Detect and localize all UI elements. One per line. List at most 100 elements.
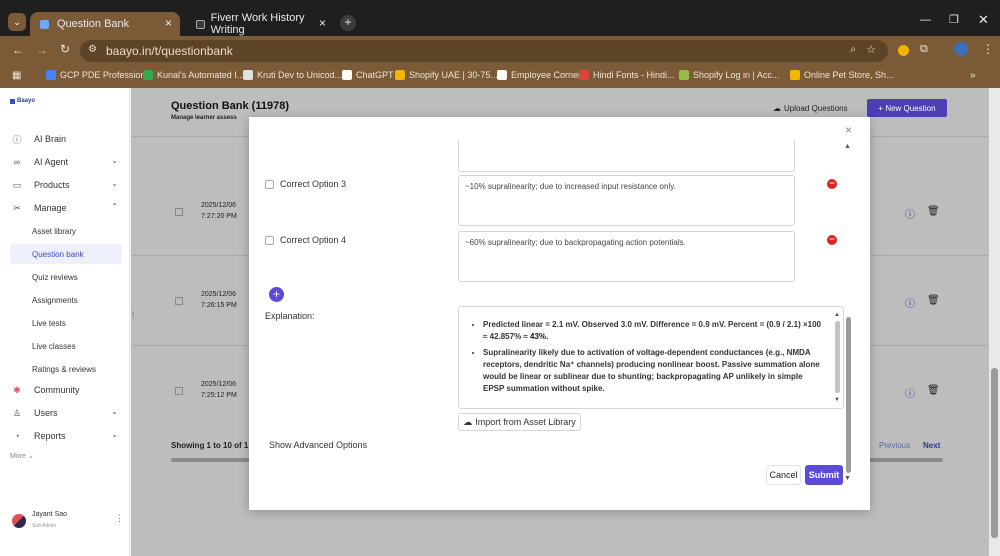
close-tab-icon[interactable]: × bbox=[319, 16, 326, 30]
bookmark-item[interactable]: Online Pet Store, Sh... bbox=[790, 70, 894, 80]
modal-scrollbar-thumb[interactable] bbox=[846, 317, 851, 473]
sidebar-item-community[interactable]: ✱ Community bbox=[10, 380, 122, 400]
bookmark-item[interactable]: Kruti Dev to Unicod... bbox=[243, 70, 342, 80]
close-icon[interactable]: × bbox=[845, 123, 852, 137]
info-icon[interactable]: ⓘ bbox=[905, 206, 915, 221]
page-title: Question Bank (11978) bbox=[171, 100, 289, 112]
row-checkbox[interactable] bbox=[175, 387, 183, 395]
tab-fiverr[interactable]: Fiverr Work History Writing × bbox=[186, 12, 334, 36]
apps-icon[interactable]: ▦ bbox=[12, 70, 21, 81]
upload-questions-button[interactable]: ☁ Upload Questions bbox=[769, 99, 852, 117]
bookmark-favicon-icon bbox=[679, 70, 689, 80]
page-scrollbar[interactable] bbox=[989, 88, 1000, 556]
row-checkbox[interactable] bbox=[175, 297, 183, 305]
bookmark-label: Online Pet Store, Sh... bbox=[804, 70, 894, 80]
forward-icon[interactable]: → bbox=[36, 43, 48, 57]
info-icon[interactable]: ⓘ bbox=[905, 295, 915, 310]
explanation-editor[interactable]: Predicted linear = 2.1 mV. Observed 3.0 … bbox=[458, 306, 844, 409]
cancel-button[interactable]: Cancel bbox=[766, 465, 801, 485]
plus-icon: + bbox=[344, 15, 352, 29]
sidebar-subitem-assignments[interactable]: Assignments bbox=[10, 290, 122, 310]
option-4-label[interactable]: Correct Option 4 bbox=[265, 235, 346, 245]
option-4-textarea[interactable]: ~60% supralinearity; due to backpropagat… bbox=[458, 231, 795, 282]
new-tab-button[interactable]: + bbox=[340, 15, 356, 31]
bookmark-item[interactable]: Kunal's Automated I... bbox=[143, 70, 244, 80]
close-window-icon[interactable]: ✕ bbox=[978, 12, 989, 28]
sidebar-more-label: More bbox=[10, 453, 26, 460]
restore-icon[interactable]: ❐ bbox=[949, 13, 959, 26]
browser-menu-icon[interactable]: ⋮ bbox=[982, 42, 994, 56]
bookmark-item[interactable]: GCP PDE Profession... bbox=[46, 70, 153, 80]
page-scrollbar-thumb[interactable] bbox=[991, 368, 998, 538]
trash-icon[interactable]: 🗑 bbox=[927, 206, 940, 217]
sidebar-more[interactable]: More ⌄ bbox=[10, 452, 34, 460]
add-option-button[interactable]: + bbox=[269, 287, 284, 302]
info-icon[interactable]: ⓘ bbox=[905, 385, 915, 400]
previous-page-button[interactable]: Previous bbox=[879, 441, 910, 450]
explanation-bullet: Predicted linear = 2.1 mV. Observed 3.0 … bbox=[483, 319, 821, 343]
scroll-up-icon[interactable]: ▲ bbox=[834, 309, 840, 321]
sidebar-subitem-asset-library[interactable]: Asset library bbox=[10, 221, 122, 241]
minimize-icon[interactable]: — bbox=[920, 14, 931, 26]
sidebar-item-users[interactable]: ♙ Users ⌄ bbox=[10, 403, 122, 423]
sidebar-item-ai-agent[interactable]: ∞ AI Agent ⌄ bbox=[10, 152, 122, 172]
sidebar-item-products[interactable]: ▭ Products ⌄ bbox=[10, 175, 122, 195]
scroll-down-icon[interactable]: ▼ bbox=[834, 394, 840, 406]
show-advanced-options-link[interactable]: Show Advanced Options bbox=[269, 440, 367, 450]
option-2-textarea[interactable] bbox=[458, 140, 795, 172]
remove-option-icon[interactable]: − bbox=[827, 179, 837, 189]
sidebar-item-label: Products bbox=[34, 180, 70, 190]
bookmark-favicon-icon bbox=[579, 70, 589, 80]
option-3-checkbox[interactable] bbox=[265, 179, 274, 189]
new-question-button[interactable]: + New Question bbox=[867, 99, 947, 117]
bookmark-item[interactable]: Shopify UAE | 30-75... bbox=[395, 70, 498, 80]
bookmark-favicon-icon bbox=[46, 70, 56, 80]
modal-scroll-down-icon[interactable]: ▼ bbox=[844, 475, 851, 482]
bookmark-item[interactable]: Employee Corner bbox=[497, 70, 581, 80]
profile-avatar[interactable] bbox=[954, 42, 968, 56]
user-menu-icon[interactable]: ⋮ bbox=[115, 513, 124, 524]
submit-button[interactable]: Submit bbox=[805, 465, 843, 485]
row-date: 2025/12/06 bbox=[201, 381, 237, 388]
sidebar-item-manage[interactable]: ✂ Manage ⌃ bbox=[10, 198, 122, 218]
sidebar-subitem-ratings-reviews[interactable]: Ratings & reviews bbox=[10, 359, 122, 379]
tab-question-bank[interactable]: Question Bank × bbox=[30, 12, 180, 36]
remove-option-icon[interactable]: − bbox=[827, 235, 837, 245]
option-3-label[interactable]: Correct Option 3 bbox=[265, 179, 346, 189]
row-checkbox[interactable] bbox=[175, 208, 183, 216]
address-input[interactable]: ⚙ baayo.in/t/questionbank ⌕ ☆ bbox=[80, 40, 888, 62]
option-label-text: Correct Option 4 bbox=[280, 235, 347, 245]
more-bookmarks-icon[interactable]: » bbox=[970, 70, 976, 81]
trash-icon[interactable]: 🗑 bbox=[927, 295, 940, 306]
bookmark-favicon-icon bbox=[342, 70, 352, 80]
bookmark-item[interactable]: Hindi Fonts - Hindi... bbox=[579, 70, 675, 80]
sidebar-subitem-quiz-reviews[interactable]: Quiz reviews bbox=[10, 267, 122, 287]
sidebar-subitem-question-bank[interactable]: Question bank bbox=[10, 244, 122, 264]
bookmark-item[interactable]: Shopify Log in | Acc... bbox=[679, 70, 779, 80]
import-from-asset-library-button[interactable]: ☁ Import from Asset Library bbox=[458, 413, 581, 431]
bookmark-label: Kruti Dev to Unicod... bbox=[257, 70, 343, 80]
explanation-scrollbar-thumb[interactable] bbox=[835, 321, 840, 393]
sidebar-item-ai-brain[interactable]: ⓘ AI Brain bbox=[10, 129, 122, 149]
next-page-button[interactable]: Next bbox=[923, 441, 940, 450]
reload-icon[interactable]: ↻ bbox=[60, 42, 70, 56]
close-tab-icon[interactable]: × bbox=[165, 16, 172, 30]
modal-scroll-up-icon[interactable]: ▲ bbox=[844, 143, 851, 150]
resize-handle[interactable]: | bbox=[132, 310, 134, 319]
site-info-icon[interactable]: ⚙ bbox=[88, 44, 97, 55]
bookmark-item[interactable]: ChatGPT bbox=[342, 70, 394, 80]
tab-search-button[interactable]: ⌄ bbox=[8, 13, 26, 31]
trash-icon[interactable]: 🗑 bbox=[927, 385, 940, 396]
sidebar-subitem-live-classes[interactable]: Live classes bbox=[10, 336, 122, 356]
sidebar-subitem-live-tests[interactable]: Live tests bbox=[10, 313, 122, 333]
sidebar-item-reports[interactable]: ◔ Reports ⌄ bbox=[10, 426, 122, 446]
extensions-puzzle-icon[interactable]: ⧉ bbox=[920, 43, 928, 56]
zoom-icon[interactable]: ⌕ bbox=[850, 44, 856, 55]
back-icon[interactable]: ← bbox=[12, 43, 24, 57]
option-4-checkbox[interactable] bbox=[265, 235, 274, 245]
bookmark-star-icon[interactable]: ☆ bbox=[866, 43, 876, 56]
extension-icon[interactable] bbox=[898, 45, 909, 56]
user-role: Sub Admin bbox=[32, 523, 57, 529]
sidebar-subitem-label: Quiz reviews bbox=[32, 272, 78, 282]
option-3-textarea[interactable]: ~10% supralinearity; due to increased in… bbox=[458, 175, 795, 226]
